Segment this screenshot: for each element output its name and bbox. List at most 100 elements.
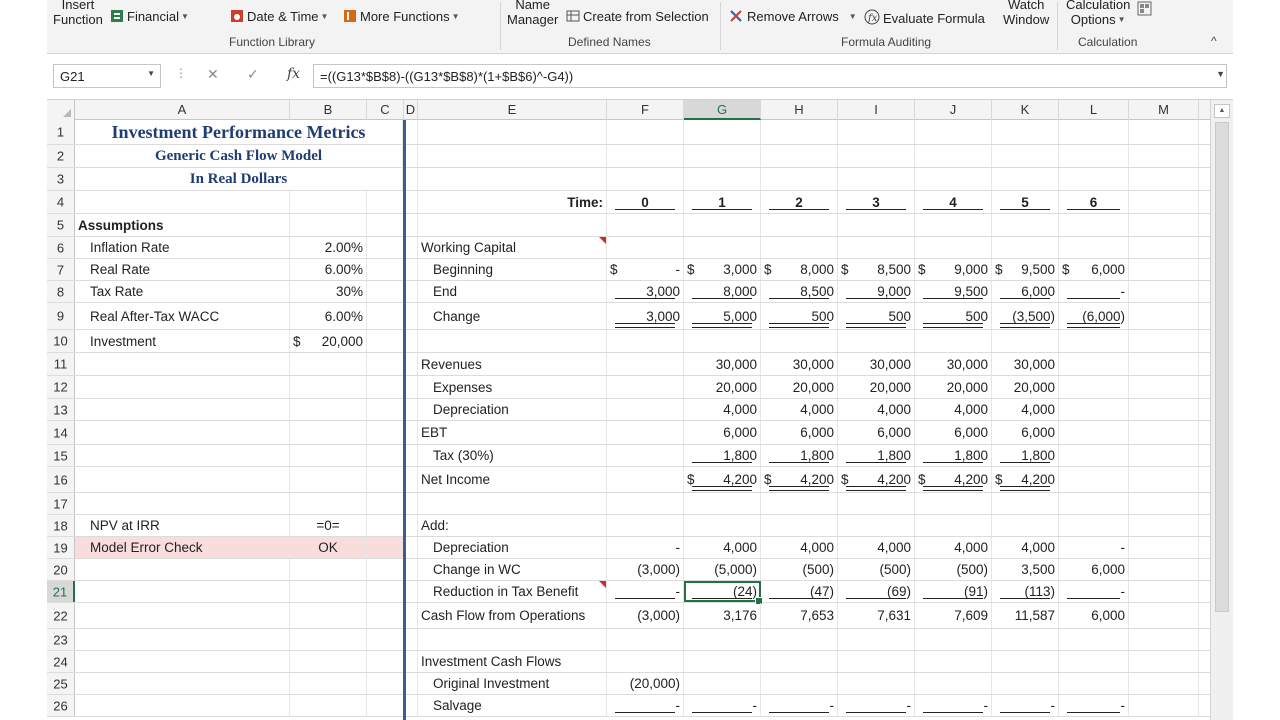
- cell-k6[interactable]: [992, 237, 1059, 258]
- cell-e18[interactable]: Add:: [418, 515, 607, 536]
- cell-m26[interactable]: [1129, 695, 1199, 716]
- cell-k11[interactable]: 30,000: [992, 353, 1059, 375]
- cell-a24[interactable]: [75, 651, 290, 672]
- cell-i7[interactable]: $8,500: [838, 259, 915, 280]
- cell-l9[interactable]: (6,000): [1059, 303, 1129, 329]
- cell-m12[interactable]: [1129, 376, 1199, 398]
- cell-l16[interactable]: [1059, 467, 1129, 492]
- cell-k13[interactable]: 4,000: [992, 399, 1059, 420]
- cell-l13[interactable]: [1059, 399, 1129, 420]
- cell-d11[interactable]: [404, 353, 418, 375]
- cell-g3[interactable]: [684, 168, 761, 190]
- cell-k18[interactable]: [992, 515, 1059, 536]
- row-header[interactable]: 1: [47, 120, 75, 144]
- cell-k2[interactable]: [992, 145, 1059, 167]
- cell-a25[interactable]: [75, 673, 290, 694]
- cell-f22[interactable]: (3,000): [607, 603, 684, 628]
- cell-c9[interactable]: [367, 303, 404, 329]
- cell-d20[interactable]: [404, 559, 418, 580]
- cell-d12[interactable]: [404, 376, 418, 398]
- row-header[interactable]: 20: [47, 559, 75, 580]
- cell-m21[interactable]: [1129, 581, 1199, 602]
- cell-f15[interactable]: [607, 445, 684, 466]
- cell-b18[interactable]: =0=: [290, 515, 367, 536]
- cell-d13[interactable]: [404, 399, 418, 420]
- cell-d8[interactable]: [404, 281, 418, 302]
- cell-e15[interactable]: Tax (30%): [418, 445, 607, 466]
- cell-c20[interactable]: [367, 559, 404, 580]
- cell-b19[interactable]: OK: [290, 537, 367, 558]
- cell-b17[interactable]: [290, 493, 367, 514]
- cell-l24[interactable]: [1059, 651, 1129, 672]
- row-header[interactable]: 7: [47, 259, 75, 280]
- cell-h14[interactable]: 6,000: [761, 421, 838, 444]
- insert-function-button[interactable]: Insert Function: [53, 0, 103, 27]
- cell-e5[interactable]: [418, 214, 607, 236]
- cell-j11[interactable]: 30,000: [915, 353, 992, 375]
- vertical-scrollbar[interactable]: ▲: [1210, 100, 1233, 720]
- cell-a11[interactable]: [75, 353, 290, 375]
- cell-j20[interactable]: (500): [915, 559, 992, 580]
- cell-h11[interactable]: 30,000: [761, 353, 838, 375]
- cell-d4[interactable]: [404, 191, 418, 213]
- cell-h25[interactable]: [761, 673, 838, 694]
- cell-i24[interactable]: [838, 651, 915, 672]
- cell-a26[interactable]: [75, 695, 290, 716]
- cell-c25[interactable]: [367, 673, 404, 694]
- col-header-l[interactable]: L: [1059, 100, 1129, 120]
- cell-f1[interactable]: [607, 120, 684, 144]
- cell-l4[interactable]: 6: [1059, 191, 1129, 213]
- row-header[interactable]: 2: [47, 145, 75, 167]
- cell-b7[interactable]: 6.00%: [290, 259, 367, 280]
- cell-m20[interactable]: [1129, 559, 1199, 580]
- cell-d18[interactable]: [404, 515, 418, 536]
- cell-m6[interactable]: [1129, 237, 1199, 258]
- row-header[interactable]: 6: [47, 237, 75, 258]
- cell-h20[interactable]: (500): [761, 559, 838, 580]
- cell-m19[interactable]: [1129, 537, 1199, 558]
- cell-a1[interactable]: Investment Performance Metrics: [75, 120, 403, 144]
- cell-e21[interactable]: Reduction in Tax Benefit: [418, 581, 607, 602]
- cell-h15[interactable]: 1,800: [761, 445, 838, 466]
- cell-e2[interactable]: [418, 145, 607, 167]
- cell-k12[interactable]: 20,000: [992, 376, 1059, 398]
- cell-c19[interactable]: [367, 537, 404, 558]
- cell-k5[interactable]: [992, 214, 1059, 236]
- select-all-button[interactable]: [47, 100, 75, 120]
- cell-i6[interactable]: [838, 237, 915, 258]
- cell-b4[interactable]: [290, 191, 367, 213]
- cell-i8[interactable]: 9,000: [838, 281, 915, 302]
- cell-m22[interactable]: [1129, 603, 1199, 628]
- cell-c10[interactable]: [367, 330, 404, 352]
- cell-h7[interactable]: $8,000: [761, 259, 838, 280]
- cell-f3[interactable]: [607, 168, 684, 190]
- cell-f2[interactable]: [607, 145, 684, 167]
- cell-k7[interactable]: $9,500: [992, 259, 1059, 280]
- cell-i21[interactable]: (69): [838, 581, 915, 602]
- row-header[interactable]: 19: [47, 537, 75, 558]
- col-header-k[interactable]: K: [992, 100, 1059, 120]
- row-header[interactable]: 10: [47, 330, 75, 352]
- cell-i12[interactable]: 20,000: [838, 376, 915, 398]
- cell-a21[interactable]: [75, 581, 290, 602]
- cell-c16[interactable]: [367, 467, 404, 492]
- cell-j3[interactable]: [915, 168, 992, 190]
- cell-f4[interactable]: 0: [607, 191, 684, 213]
- cell-g18[interactable]: [684, 515, 761, 536]
- row-header[interactable]: 3: [47, 168, 75, 190]
- cell-l14[interactable]: [1059, 421, 1129, 444]
- cell-g8[interactable]: 8,000: [684, 281, 761, 302]
- cell-c14[interactable]: [367, 421, 404, 444]
- cell-j4[interactable]: 4: [915, 191, 992, 213]
- cell-k16[interactable]: $4,200: [992, 467, 1059, 492]
- cell-i17[interactable]: [838, 493, 915, 514]
- cell-h4[interactable]: 2: [761, 191, 838, 213]
- cell-d2[interactable]: [404, 145, 418, 167]
- cell-c24[interactable]: [367, 651, 404, 672]
- cell-l18[interactable]: [1059, 515, 1129, 536]
- cell-j12[interactable]: 20,000: [915, 376, 992, 398]
- cell-a6[interactable]: Inflation Rate: [75, 237, 290, 258]
- cell-l20[interactable]: 6,000: [1059, 559, 1129, 580]
- cell-l11[interactable]: [1059, 353, 1129, 375]
- cell-l10[interactable]: [1059, 330, 1129, 352]
